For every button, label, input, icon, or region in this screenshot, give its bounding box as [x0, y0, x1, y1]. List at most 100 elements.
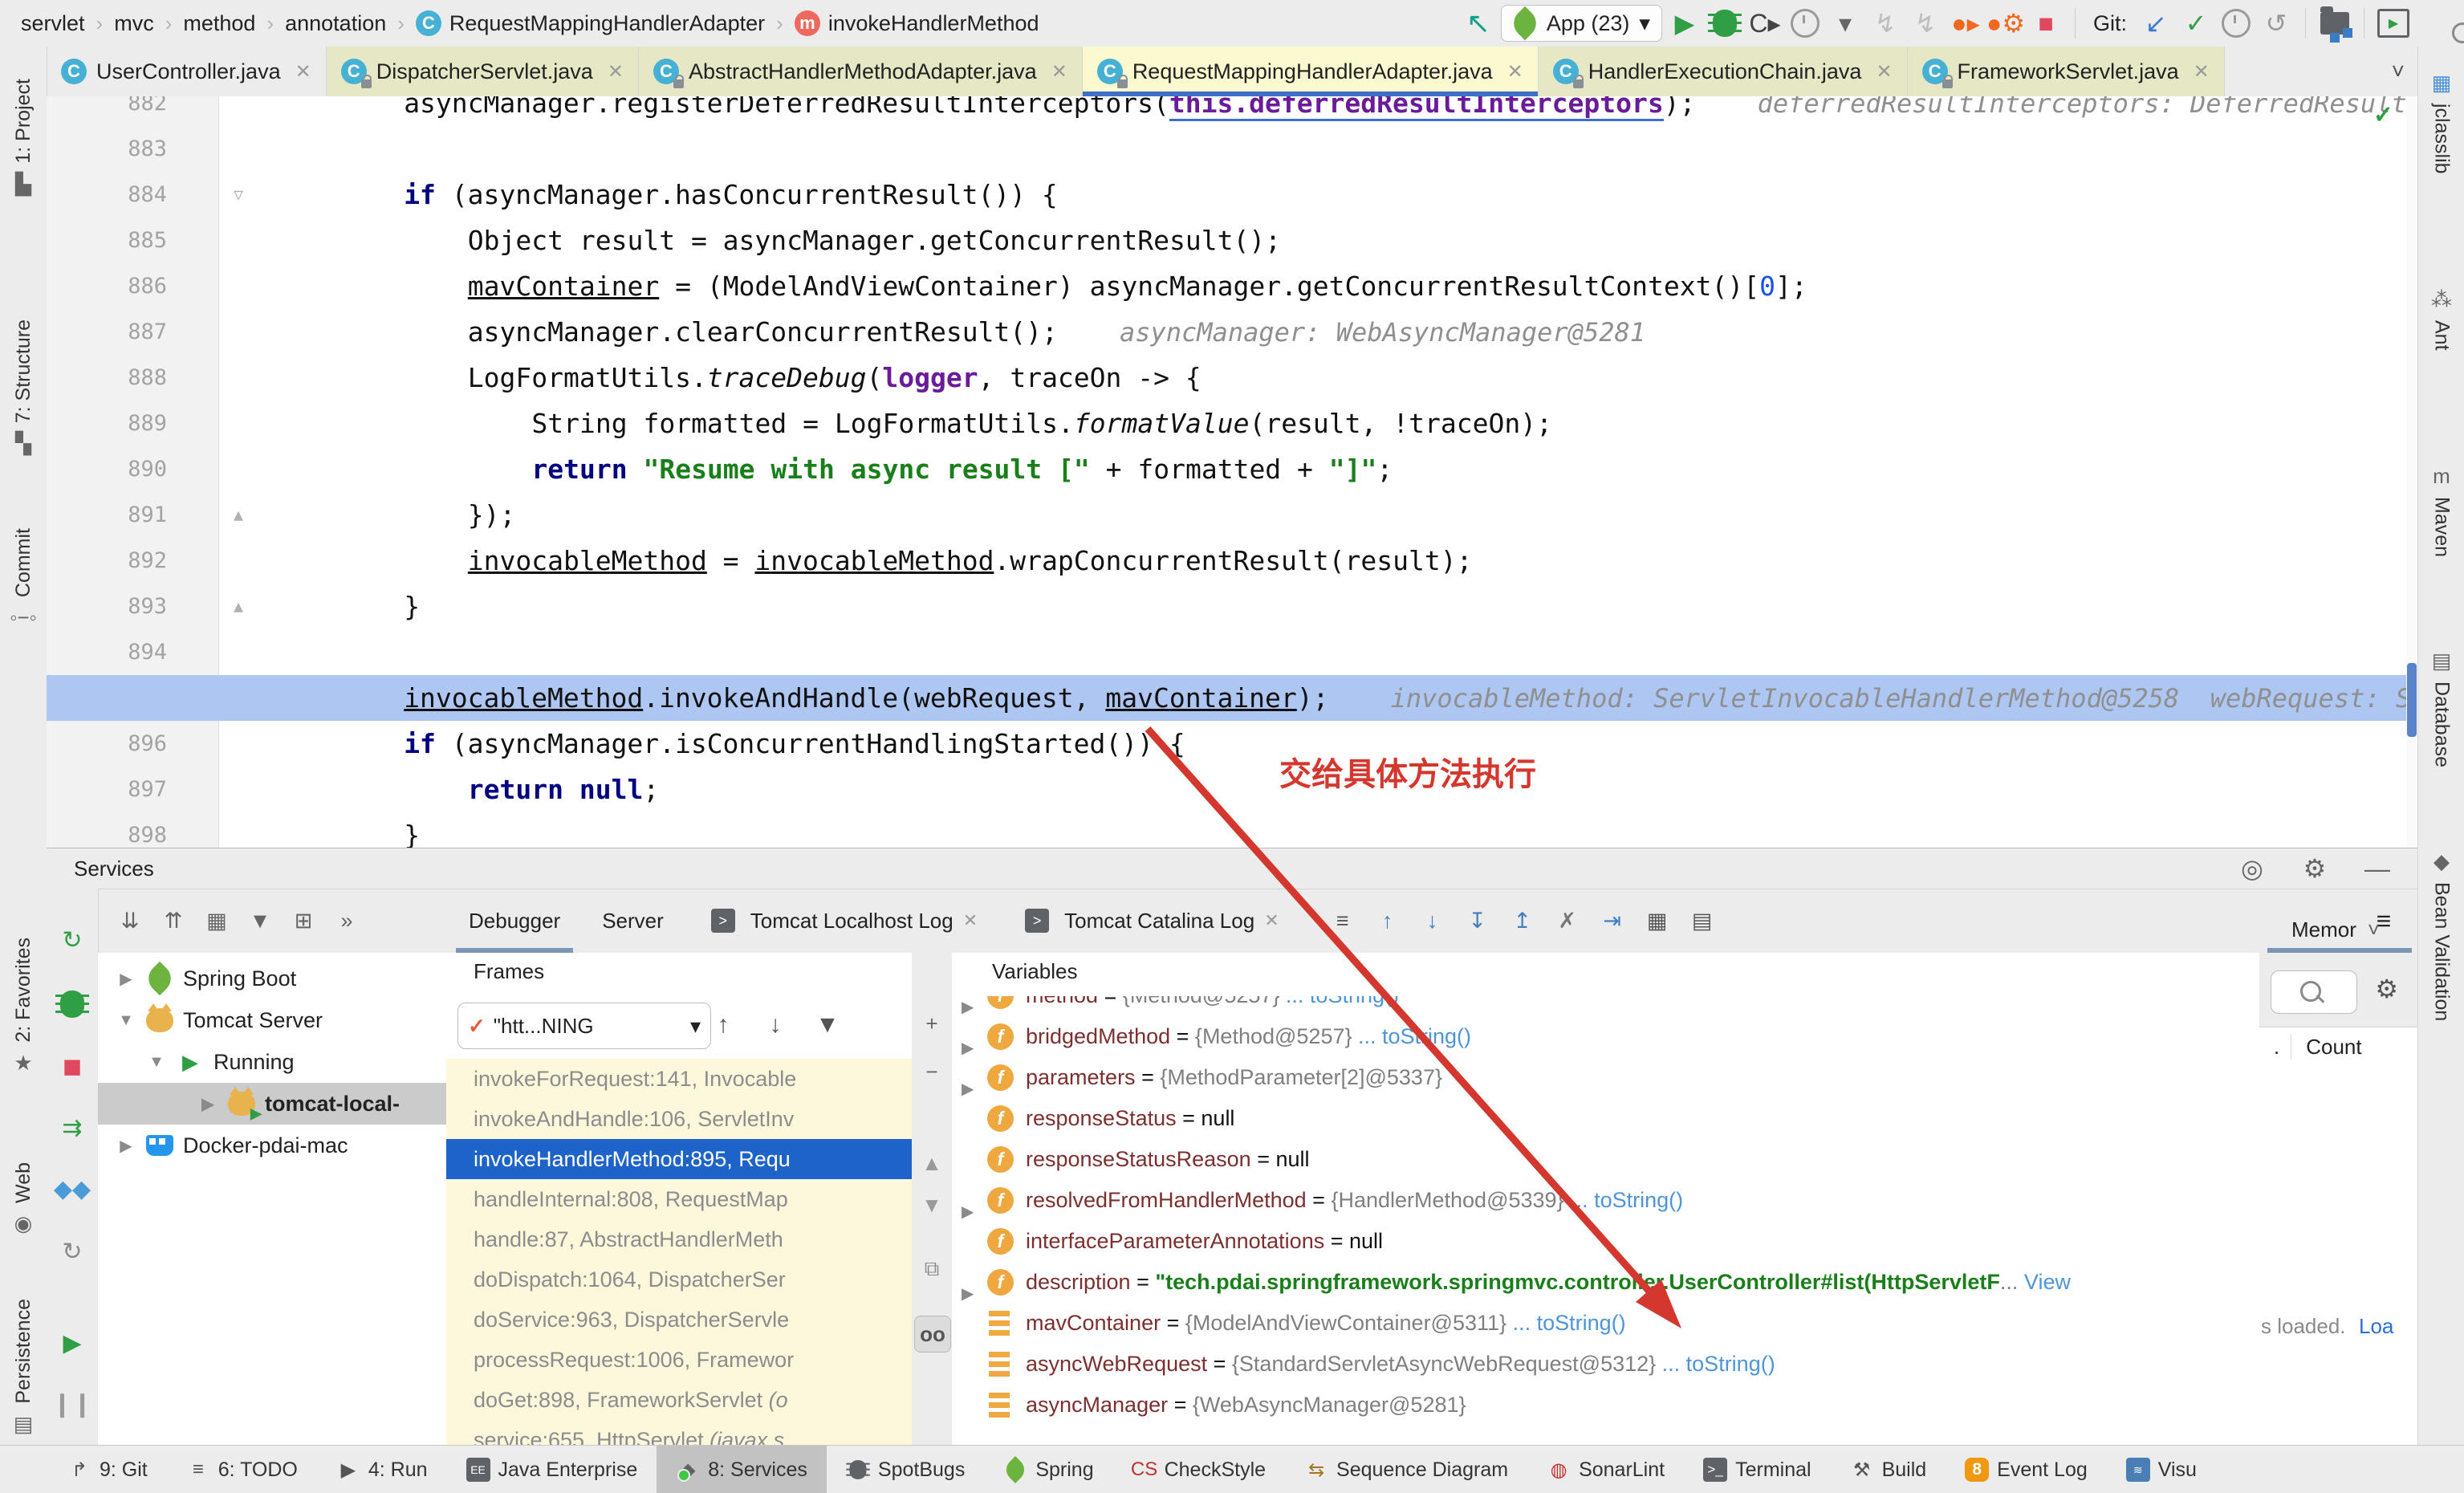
view-breakpoints-icon[interactable]: ◆◆	[51, 1168, 93, 1210]
tree-expand-icon[interactable]: ▶	[196, 1094, 220, 1114]
debug-rerun-icon[interactable]	[51, 983, 93, 1025]
close-tab-icon[interactable]: ✕	[1507, 60, 1523, 83]
expand-all-icon[interactable]: ⇊	[111, 901, 149, 940]
memory-tab[interactable]: Memor ˅	[2291, 917, 2380, 942]
tostring-link[interactable]: View	[2018, 1270, 2071, 1294]
frame-row[interactable]: handle:87, AbstractHandlerMeth	[446, 1219, 912, 1259]
editor-scrollbar-thumb[interactable]	[2407, 663, 2417, 737]
variable-row[interactable]: ▶fresolvedFromHandlerMethod = {HandlerMe…	[952, 1180, 2259, 1221]
close-tab-icon[interactable]: ✕	[1051, 60, 1067, 83]
variable-row[interactable]: ▶fparameters = {MethodParameter[2]@5337}	[952, 1057, 2259, 1098]
status-bar-item[interactable]: SpotBugs	[827, 1446, 984, 1493]
code-editor[interactable]: 882883884▿885886887888889890891▴892893▴8…	[47, 96, 2417, 848]
tool-stripe-button[interactable]: 1: Project▙	[0, 79, 47, 197]
annotation-arrow-icon[interactable]: ↖	[1461, 6, 1496, 41]
tool-stripe-button[interactable]: Web◉	[0, 1162, 47, 1236]
update-project-icon[interactable]: ↙	[2138, 6, 2173, 41]
editor-tab[interactable]: CUserController.java✕	[47, 47, 327, 96]
more-chevrons-icon[interactable]: »	[327, 901, 366, 940]
variable-row[interactable]: mavContainer = {ModelAndViewContainer@53…	[952, 1303, 2259, 1344]
run-icon[interactable]: ▶	[1667, 6, 1702, 41]
stop-icon[interactable]: ■	[51, 1046, 93, 1088]
target-icon[interactable]: ◎	[2234, 851, 2270, 886]
scroll-to-end-icon[interactable]: ⇥	[1594, 902, 1631, 939]
add-service-icon[interactable]: ⊞	[284, 901, 323, 940]
frame-row[interactable]: processRequest:1006, Framewor	[446, 1340, 912, 1380]
group-by-icon[interactable]: ▦	[197, 901, 236, 940]
filter-icon[interactable]: ▼	[241, 901, 279, 940]
tool-stripe-button[interactable]: 2: Favorites★	[0, 938, 47, 1076]
download-icon[interactable]: ↧	[1459, 902, 1496, 939]
frame-row[interactable]: service:655, HttpServlet (javax.s	[446, 1420, 912, 1446]
lightning-icon[interactable]: ↯	[1868, 6, 1903, 41]
tool-stripe-button[interactable]: ▤Database	[2418, 649, 2464, 767]
services-tree[interactable]: ▶Spring Boot▼Tomcat Server▼▶Running▶▶tom…	[98, 953, 447, 1446]
breadcrumb-item[interactable]: servlet	[16, 11, 90, 36]
status-bar-item[interactable]: >_Terminal	[1684, 1446, 1830, 1493]
close-tab-icon[interactable]: ✕	[608, 60, 624, 83]
services-tab[interactable]: >Tomcat Localhost Log✕	[685, 889, 998, 953]
profiler-dropdown-icon[interactable]: ▾	[1828, 6, 1863, 41]
clear-console-icon[interactable]: ✗	[1549, 902, 1586, 939]
variable-row[interactable]: ▶fdescription = "tech.pdai.springframewo…	[952, 1262, 2259, 1303]
breadcrumb-item[interactable]: annotation	[280, 11, 391, 36]
tostring-link[interactable]: ... toString()	[1286, 996, 1399, 1007]
project-structure-icon[interactable]	[2317, 6, 2352, 41]
memory-column-headers[interactable]: . Count	[2259, 1027, 2417, 1067]
stop-icon[interactable]: ■	[2028, 6, 2063, 41]
editor-tab[interactable]: CFrameworkServlet.java✕	[1908, 47, 2225, 96]
services-tree-row[interactable]: ▶Spring Boot	[98, 958, 446, 999]
editor-tab[interactable]: CHandlerExecutionChain.java✕	[1539, 47, 1908, 96]
debug-icon[interactable]	[1707, 6, 1742, 41]
variable-row[interactable]: ▶fmethod = {Method@5257} ... toString()	[952, 996, 2259, 1016]
tool-stripe-button[interactable]: 7: Structure▚	[0, 319, 47, 456]
status-bar-item[interactable]: ◆8: Services	[657, 1446, 827, 1493]
commit-icon[interactable]: ✓	[2178, 6, 2214, 41]
services-tree-row[interactable]: ▼▶Running	[98, 1041, 446, 1083]
breadcrumb-class[interactable]: CRequestMappingHandlerAdapter	[411, 10, 770, 36]
memory-load-link[interactable]: Loa	[2359, 1314, 2393, 1339]
coverage-icon[interactable]: C▸	[1747, 6, 1783, 41]
frame-row[interactable]: invokeForRequest:141, Invocable	[446, 1059, 912, 1099]
services-tab[interactable]: Debugger	[448, 889, 581, 953]
frame-up-icon[interactable]: ↑	[703, 1003, 743, 1048]
profiler-icon[interactable]	[1787, 6, 1823, 41]
remove-watch-icon[interactable]: −	[914, 1054, 949, 1089]
add-watch-icon[interactable]: +	[914, 1006, 949, 1041]
search-everywhere-icon[interactable]	[2416, 6, 2451, 41]
status-bar-item[interactable]: ↱9: Git	[48, 1446, 167, 1493]
scroll-to-top-icon[interactable]: ↑	[1369, 902, 1406, 939]
run-config-selector[interactable]: App (23)▾	[1501, 5, 1662, 42]
play-icon[interactable]: ▶	[51, 1322, 93, 1364]
status-bar-item[interactable]: ≋Visu	[2107, 1446, 2216, 1493]
status-bar-item[interactable]: ▶4: Run	[317, 1446, 447, 1493]
status-bar-item[interactable]: ◍SonarLint	[1527, 1446, 1684, 1493]
rerun-icon[interactable]: ↻	[51, 919, 93, 961]
profile-debug-icon[interactable]: ●⚙	[1988, 6, 2023, 41]
breadcrumb-item[interactable]: mvc	[109, 11, 159, 36]
memory-settings-gear-icon[interactable]: ⚙	[2375, 974, 2398, 1004]
frame-row[interactable]: doDispatch:1064, DispatcherSer	[446, 1259, 912, 1300]
tool-stripe-button[interactable]: ▦jclasslib	[2418, 71, 2464, 174]
fold-marker-icon[interactable]: ▴	[225, 584, 252, 629]
frames-list[interactable]: invokeForRequest:141, InvocableinvokeAnd…	[446, 1059, 912, 1446]
rollback-icon[interactable]: ↺	[2259, 6, 2294, 41]
console-icon[interactable]: >	[705, 903, 741, 938]
tool-stripe-button[interactable]: ◆Bean Validation	[2418, 849, 2464, 1021]
scroll-up-icon[interactable]: ▲	[914, 1145, 949, 1181]
editor-tab[interactable]: CRequestMappingHandlerAdapter.java✕	[1083, 47, 1539, 96]
lightning-build-icon[interactable]: ↯	[1908, 6, 1943, 41]
status-bar-item[interactable]: EEJava Enterprise	[447, 1446, 657, 1493]
history-icon[interactable]	[2218, 6, 2254, 41]
variable-row[interactable]: fresponseStatusReason = null	[952, 1139, 2259, 1180]
services-tree-row[interactable]: ▶▶tomcat-local-	[98, 1083, 446, 1125]
thread-dropdown[interactable]: ✓"htt...NING▾	[457, 1003, 711, 1049]
scroll-to-bottom-icon[interactable]: ↓	[1414, 902, 1451, 939]
frame-row[interactable]: doGet:898, FrameworkServlet (o	[446, 1380, 912, 1420]
frame-filter-icon[interactable]: ▼	[807, 1003, 848, 1048]
breadcrumb-method[interactable]: minvokeHandlerMethod	[790, 10, 1044, 36]
refresh-icon[interactable]: ↻	[51, 1231, 93, 1272]
close-tab-icon[interactable]: ✕	[1264, 910, 1279, 931]
run-anything-icon[interactable]: ▶	[2376, 6, 2411, 41]
status-bar-item[interactable]: 8Event Log	[1946, 1446, 2107, 1493]
